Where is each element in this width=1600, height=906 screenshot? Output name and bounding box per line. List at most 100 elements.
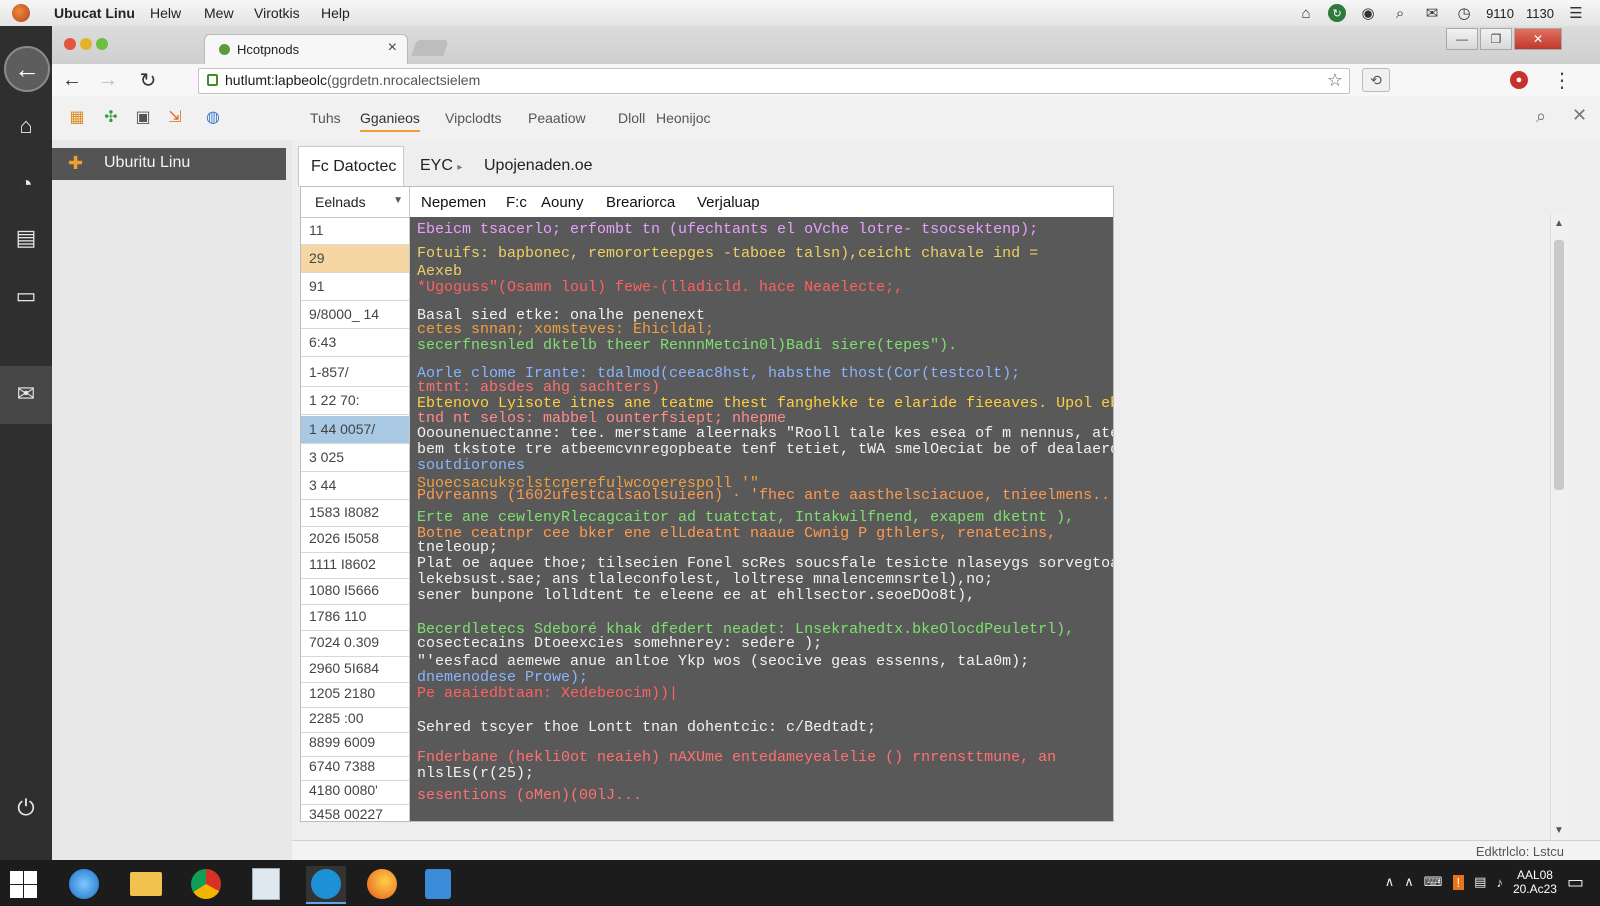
column-header[interactable]: Aouny: [541, 194, 584, 211]
document-app-icon[interactable]: [246, 866, 286, 902]
skype-icon[interactable]: [306, 866, 346, 904]
table-row[interactable]: 3 44: [301, 472, 409, 500]
column-header[interactable]: Breariorca: [606, 194, 675, 211]
folder-icon[interactable]: ▭: [6, 276, 46, 316]
mail-launcher[interactable]: ✉: [0, 366, 52, 424]
new-tab-button[interactable]: [411, 40, 449, 56]
column-header[interactable]: F:c: [506, 194, 527, 211]
file-explorer-icon[interactable]: [126, 866, 166, 902]
dashboard-icon[interactable]: ◔: [6, 164, 46, 204]
tab-gganieos[interactable]: Gganieos: [360, 110, 420, 132]
table-row[interactable]: 2960 5I684: [301, 655, 409, 683]
close-icon[interactable]: ✕: [1572, 105, 1587, 126]
notification-badge-icon[interactable]: !: [1452, 874, 1465, 890]
forward-icon[interactable]: →: [96, 68, 120, 92]
tab-dloll[interactable]: Dloll: [618, 110, 645, 126]
firefox-icon[interactable]: [362, 866, 402, 902]
address-bar[interactable]: hutlumt:lapbeolc(ggrdetn.nrocalectsielem…: [198, 68, 1350, 94]
extension-icon[interactable]: ●: [1510, 71, 1528, 89]
code-editor[interactable]: Ebeicm tsacerlo; erfombt tn (ufechtants …: [410, 217, 1113, 821]
table-row[interactable]: 9/8000_ 14: [301, 301, 409, 329]
close-button[interactable]: ✕: [1514, 28, 1562, 50]
sidebar-item-ubuntu[interactable]: ✚ Uburitu Linu: [52, 148, 286, 180]
close-window-icon[interactable]: [64, 38, 76, 50]
menu-item-help[interactable]: Help: [321, 5, 350, 21]
document-icon[interactable]: ▤: [6, 218, 46, 258]
doc-tab-datoctec[interactable]: Fc Datoctec: [298, 146, 404, 187]
store-icon[interactable]: [418, 866, 458, 902]
column-header[interactable]: Verjaluap: [697, 194, 760, 211]
update-icon[interactable]: ↻: [1328, 4, 1347, 22]
table-row[interactable]: 91: [301, 273, 409, 301]
chevron-up-icon[interactable]: ∧: [1385, 874, 1395, 890]
menu-item-1[interactable]: Helw: [150, 5, 181, 21]
tools-icon[interactable]: ✣: [102, 108, 120, 126]
doc-tab-upojenaden[interactable]: Upojenaden.oe: [484, 157, 593, 175]
tray-time-b[interactable]: 1130: [1526, 6, 1554, 21]
tray-time-a[interactable]: 9110: [1486, 6, 1514, 21]
table-row[interactable]: 7024 0.309: [301, 629, 409, 657]
minimize-window-icon[interactable]: [80, 38, 92, 50]
page-action-icon[interactable]: ⟲: [1362, 68, 1390, 92]
table-row[interactable]: 2026 I5058: [301, 525, 409, 553]
close-tab-icon[interactable]: ×: [388, 39, 397, 57]
internet-explorer-icon[interactable]: [64, 866, 104, 902]
minimize-button[interactable]: —: [1446, 28, 1478, 50]
keyboard-icon[interactable]: ⌨: [1424, 874, 1443, 890]
power-icon[interactable]: ⏻: [6, 788, 46, 828]
browser-menu-icon[interactable]: ⋮: [1552, 68, 1572, 93]
table-row[interactable]: 3458 00227: [301, 801, 409, 821]
reload-icon[interactable]: ↻: [136, 68, 160, 92]
table-row[interactable]: 1111 I8602: [301, 551, 409, 579]
doc-tab-eyc[interactable]: EYC ▸: [420, 157, 462, 175]
search-icon[interactable]: ⌕: [1390, 3, 1410, 23]
bookmark-star-icon[interactable]: ☆: [1327, 70, 1343, 91]
scrollbar-thumb[interactable]: [1554, 240, 1564, 490]
info-icon[interactable]: ◍: [204, 108, 222, 126]
menu-item-3[interactable]: Virotkis: [254, 5, 300, 21]
chevron-up-icon[interactable]: ∧: [1404, 874, 1414, 890]
clock-icon[interactable]: ◷: [1454, 3, 1474, 23]
url-text[interactable]: hutlumt:lapbeolc(ggrdetn.nrocalectsielem: [225, 72, 480, 88]
export-icon[interactable]: ⇲: [166, 108, 184, 126]
volume-icon[interactable]: ♪: [1496, 875, 1503, 890]
table-row[interactable]: 1786 110: [301, 603, 409, 631]
tab-tuhs[interactable]: Tuhs: [310, 110, 341, 126]
scroll-down-icon[interactable]: ▼: [1554, 825, 1564, 836]
restore-button[interactable]: ❐: [1480, 28, 1512, 50]
table-row[interactable]: 1 22 70:: [301, 387, 409, 415]
table-row[interactable]: 11: [301, 217, 409, 245]
scroll-up-icon[interactable]: ▲: [1554, 218, 1564, 229]
back-arrow-icon[interactable]: ←: [4, 46, 50, 92]
save-icon[interactable]: ▣: [134, 108, 152, 126]
action-center-icon[interactable]: ▭: [1567, 872, 1584, 893]
column-header[interactable]: Nepemen: [421, 194, 486, 211]
home-icon[interactable]: ⌂: [6, 106, 46, 146]
tab-heonijoc[interactable]: Heonijoc: [656, 110, 710, 126]
taskbar-clock[interactable]: AAL08 20.Ac23: [1513, 868, 1557, 896]
back-icon[interactable]: ←: [60, 68, 84, 92]
table-row[interactable]: 1 44 0057/: [301, 416, 409, 444]
display-icon[interactable]: ▤: [1474, 874, 1486, 890]
hamburger-menu-icon[interactable]: ☰: [1566, 3, 1586, 23]
table-row[interactable]: 29: [301, 245, 409, 273]
home-icon[interactable]: ⌂: [1296, 3, 1316, 23]
windows-start-icon[interactable]: [8, 869, 38, 899]
first-column-header[interactable]: Eelnads ▼: [301, 187, 410, 217]
ubuntu-logo-icon[interactable]: [12, 4, 30, 22]
table-row[interactable]: 6:43: [301, 329, 409, 357]
chrome-icon[interactable]: [186, 866, 226, 902]
table-row[interactable]: 1583 I8082: [301, 499, 409, 527]
browser-tab[interactable]: Hcotpnods ×: [204, 34, 408, 65]
table-row[interactable]: 1080 I5666: [301, 577, 409, 605]
spreadsheet-icon[interactable]: ▦: [68, 108, 86, 126]
tab-peaatiow[interactable]: Peaatiow: [528, 110, 586, 126]
table-row[interactable]: 3 025: [301, 444, 409, 472]
search-icon[interactable]: ⌕: [1536, 106, 1546, 127]
menu-item-2[interactable]: Mew: [204, 5, 234, 21]
network-icon[interactable]: ◉: [1358, 3, 1378, 23]
messages-icon[interactable]: ✉: [1422, 3, 1442, 23]
tab-vipclodts[interactable]: Vipclodts: [445, 110, 502, 126]
vertical-scrollbar[interactable]: ▲ ▼: [1550, 214, 1569, 840]
table-row[interactable]: 1-857/: [301, 359, 409, 387]
